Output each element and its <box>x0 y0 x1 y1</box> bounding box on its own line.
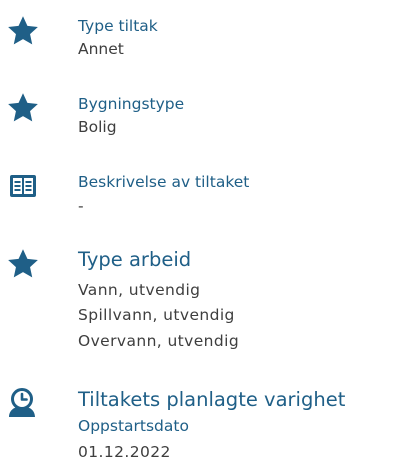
field-heading: Bygningstype <box>78 95 185 113</box>
field-value: Vann, utvendig <box>78 281 201 299</box>
field-value: Spillvann, utvendig <box>78 306 235 324</box>
star-icon <box>8 249 38 278</box>
field-value: Bolig <box>78 118 117 136</box>
field-heading: Type arbeid <box>78 248 192 271</box>
field-heading: Beskrivelse av tiltaket <box>78 173 250 191</box>
field-value: - <box>78 197 84 215</box>
description-icon <box>10 175 36 197</box>
star-icon <box>8 16 38 45</box>
star-icon <box>8 93 38 122</box>
field-subheading: Oppstartsdato <box>78 417 189 435</box>
field-heading: Type tiltak <box>78 17 158 35</box>
field-heading: Tiltakets planlagte varighet <box>78 388 346 411</box>
field-value: Annet <box>78 40 124 58</box>
field-value: 01.12.2022 <box>78 443 171 461</box>
clock-person-icon <box>9 388 35 417</box>
field-value: Overvann, utvendig <box>78 332 240 350</box>
